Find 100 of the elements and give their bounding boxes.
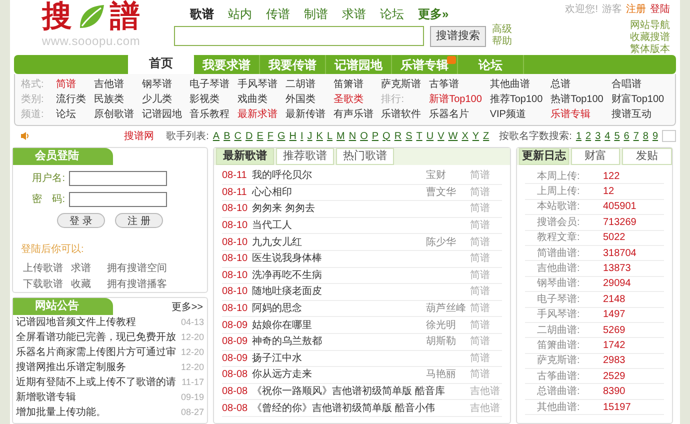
song-link[interactable]: 当代工人 bbox=[252, 218, 470, 234]
song-link[interactable]: 随地吐痰老面皮 bbox=[252, 284, 470, 300]
letter-link[interactable]: Y bbox=[472, 128, 480, 144]
letter-link[interactable]: V bbox=[438, 128, 444, 144]
category-link[interactable]: 二胡谱 bbox=[285, 77, 330, 92]
password-field[interactable] bbox=[69, 192, 167, 207]
song-link[interactable]: 《祝你一路顺风》吉他谱初级简单版 酷音库 bbox=[252, 384, 470, 400]
count-link[interactable]: 8 bbox=[642, 128, 648, 144]
category-link[interactable]: 财富Top100 bbox=[611, 92, 669, 107]
category-link[interactable]: 外国类 bbox=[285, 92, 330, 107]
song-link[interactable]: 九九女儿红 bbox=[252, 234, 426, 250]
category-link[interactable]: 民族类 bbox=[94, 92, 139, 107]
category-link[interactable]: 笛箫谱 bbox=[333, 77, 378, 92]
song-link[interactable]: 洗净再吃不生病 bbox=[252, 268, 470, 283]
search-button[interactable]: 搜谱搜索 bbox=[430, 26, 486, 46]
count-field[interactable] bbox=[662, 130, 676, 142]
category-link[interactable]: 有声乐谱 bbox=[333, 107, 378, 122]
letter-link[interactable]: A bbox=[212, 128, 220, 144]
search-tab[interactable]: 站内 bbox=[228, 5, 252, 22]
panel-tab[interactable]: 财富 bbox=[570, 148, 620, 165]
letter-link[interactable]: L bbox=[326, 128, 333, 144]
song-link[interactable]: 医生说我身体棒 bbox=[252, 251, 470, 266]
category-link[interactable]: 少儿类 bbox=[142, 92, 187, 107]
search-tab[interactable]: 传谱 bbox=[266, 5, 290, 22]
letter-link[interactable]: J bbox=[307, 128, 312, 144]
count-link[interactable]: 3 bbox=[595, 128, 601, 144]
category-link[interactable]: 简谱 bbox=[56, 77, 91, 92]
search-tab[interactable]: 歌谱 bbox=[190, 5, 214, 22]
panel-tab[interactable]: 发贴 bbox=[622, 148, 672, 165]
category-link[interactable]: 热谱Top100 bbox=[550, 92, 608, 107]
letter-link[interactable]: R bbox=[394, 128, 402, 144]
letter-link[interactable]: C bbox=[234, 128, 242, 144]
notice-link[interactable]: 搜谱网推出乐谱定制服务 bbox=[16, 360, 126, 375]
category-link[interactable]: 合唱谱 bbox=[611, 77, 669, 92]
panel-tab[interactable]: 推荐歌谱 bbox=[276, 148, 334, 165]
category-link[interactable]: 音乐教程 bbox=[190, 107, 235, 122]
count-link[interactable]: 4 bbox=[604, 128, 610, 144]
letter-link[interactable]: E bbox=[256, 128, 264, 144]
category-link[interactable]: 最新传谱 bbox=[285, 107, 330, 122]
song-link[interactable]: 心心相印 bbox=[252, 184, 426, 200]
letter-link[interactable]: I bbox=[300, 128, 304, 144]
letter-link[interactable]: B bbox=[224, 128, 230, 144]
song-link[interactable]: 你从远方走来 bbox=[252, 367, 426, 382]
category-link[interactable]: 记谱园地 bbox=[142, 107, 187, 122]
category-link[interactable]: 电子琴谱 bbox=[190, 77, 235, 92]
category-link[interactable]: 原创歌谱 bbox=[94, 107, 139, 122]
count-link[interactable]: 6 bbox=[624, 128, 630, 144]
category-link[interactable]: 新谱Top100 bbox=[429, 92, 487, 107]
notice-link[interactable]: 全屏看谱功能已完善，现已免费开放 bbox=[16, 330, 176, 345]
register-button[interactable]: 注 册 bbox=[115, 213, 163, 228]
category-link[interactable]: 乐器名片 bbox=[429, 107, 487, 122]
song-link[interactable]: 神奇的乌兰敖都 bbox=[252, 334, 426, 350]
song-link[interactable]: 我的呼伦贝尔 bbox=[252, 168, 426, 184]
category-link[interactable]: 萨克斯谱 bbox=[381, 77, 426, 92]
letter-link[interactable]: X bbox=[462, 128, 468, 144]
letter-link[interactable]: U bbox=[426, 128, 434, 144]
category-link[interactable]: 最新求谱 bbox=[238, 107, 282, 122]
category-link[interactable]: 推荐Top100 bbox=[490, 92, 548, 107]
category-link[interactable]: 影视类 bbox=[190, 92, 235, 107]
category-link[interactable]: 其他曲谱 bbox=[490, 77, 548, 92]
category-link[interactable]: 古筝谱 bbox=[429, 77, 487, 92]
nav-tab[interactable]: 首页 bbox=[128, 52, 194, 74]
letter-link[interactable]: K bbox=[316, 128, 323, 144]
site-link[interactable]: 搜谱网 bbox=[124, 128, 154, 144]
search-field[interactable] bbox=[174, 26, 424, 46]
letter-link[interactable]: Q bbox=[382, 128, 390, 144]
login-button[interactable]: 登 录 bbox=[57, 213, 105, 228]
song-link[interactable]: 匆匆来 匆匆去 bbox=[252, 201, 470, 216]
login-link[interactable]: 登陆 bbox=[650, 2, 670, 17]
category-link[interactable]: 搜谱互动 bbox=[611, 107, 669, 122]
song-link[interactable]: 姑娘你在哪里 bbox=[252, 318, 426, 333]
letter-link[interactable]: W bbox=[448, 128, 458, 144]
song-link[interactable]: 阿妈的思念 bbox=[252, 301, 426, 316]
count-link[interactable]: 5 bbox=[614, 128, 620, 144]
category-link[interactable]: 手风琴谱 bbox=[238, 77, 282, 92]
count-link[interactable]: 1 bbox=[576, 128, 582, 144]
more-link[interactable]: 更多» bbox=[418, 5, 449, 22]
letter-link[interactable]: M bbox=[336, 128, 345, 144]
search-tab[interactable]: 制谱 bbox=[304, 5, 328, 22]
letter-link[interactable]: H bbox=[289, 128, 296, 144]
panel-tab[interactable]: 热门歌谱 bbox=[336, 148, 394, 165]
letter-link[interactable]: T bbox=[416, 128, 422, 144]
search-tab[interactable]: 求谱 bbox=[342, 5, 366, 22]
notice-link[interactable]: 乐器名片商家需上传图片方可通过审 bbox=[16, 345, 176, 360]
category-link[interactable]: 圣歌类 bbox=[333, 92, 378, 107]
letter-link[interactable]: D bbox=[245, 128, 253, 144]
register-link[interactable]: 注册 bbox=[626, 2, 646, 17]
category-link[interactable]: 钢琴谱 bbox=[142, 77, 187, 92]
letter-link[interactable]: P bbox=[372, 128, 379, 144]
letter-link[interactable]: S bbox=[406, 128, 412, 144]
search-tab[interactable]: 论坛 bbox=[380, 5, 404, 22]
category-link[interactable]: 戏曲类 bbox=[238, 92, 282, 107]
count-link[interactable]: 7 bbox=[633, 128, 639, 144]
notice-link[interactable]: 近期有登陆不上或上传不了歌谱的请 bbox=[16, 375, 176, 390]
category-link[interactable]: 吉他谱 bbox=[94, 77, 139, 92]
letter-link[interactable]: N bbox=[348, 128, 356, 144]
count-link[interactable]: 2 bbox=[586, 128, 592, 144]
letter-link[interactable]: O bbox=[360, 128, 368, 144]
notice-link[interactable]: 记谱园地音频文件上传教程 bbox=[16, 315, 136, 330]
category-link[interactable]: 乐谱专辑 bbox=[550, 107, 608, 122]
